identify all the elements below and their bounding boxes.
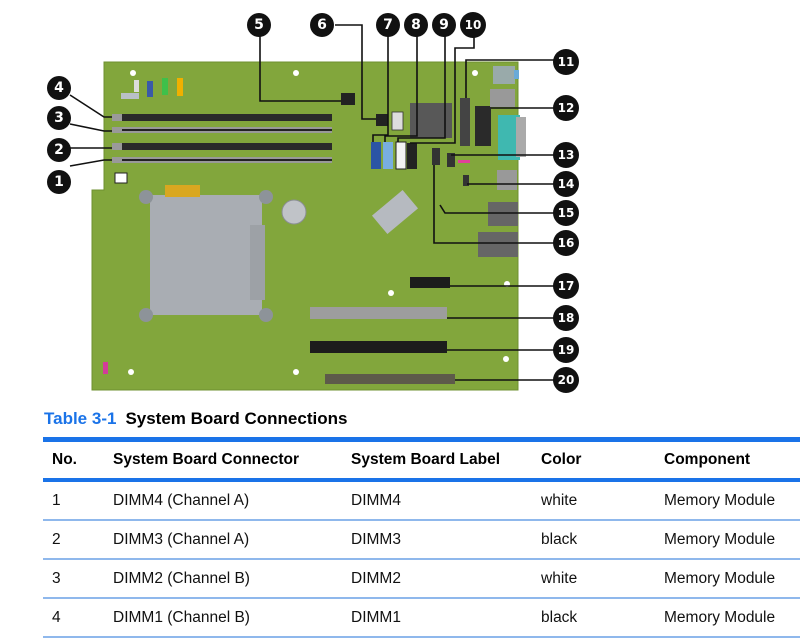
svg-text:20: 20	[558, 373, 575, 387]
callout-8: 8	[404, 13, 428, 37]
cell-component: Memory Module	[664, 598, 800, 638]
callout-2: 2	[47, 138, 71, 162]
table-row: 2 DIMM3 (Channel A) DIMM3 black Memory M…	[43, 520, 800, 560]
svg-text:10: 10	[465, 18, 482, 32]
callout-5: 5	[247, 13, 271, 37]
cell-label: DIMM1	[351, 598, 541, 638]
cell-connector: DIMM3 (Channel A)	[113, 520, 351, 560]
svg-text:19: 19	[558, 343, 575, 357]
callout-13: 13	[553, 142, 579, 168]
power-connector-small	[114, 172, 128, 184]
table-caption: Table 3-1 System Board Connections	[44, 409, 347, 429]
cell-color: black	[541, 598, 664, 638]
cell-label: DIMM2	[351, 559, 541, 599]
callout-10: 10	[460, 12, 486, 38]
callout-7: 7	[376, 13, 400, 37]
pci-slot	[325, 374, 455, 384]
callout-1: 1	[47, 170, 71, 194]
svg-text:1: 1	[54, 174, 64, 190]
callout-18: 18	[553, 305, 579, 331]
col-header-connector: System Board Connector	[113, 437, 351, 482]
header-pink	[458, 160, 470, 163]
cell-connector: DIMM1 (Channel B)	[113, 598, 351, 638]
table-row: 4 DIMM1 (Channel B) DIMM1 black Memory M…	[43, 598, 800, 638]
callout-9: 9	[432, 13, 456, 37]
cell-no: 4	[43, 598, 113, 638]
cell-component: Memory Module	[664, 480, 800, 521]
callout-16: 16	[553, 230, 579, 256]
callout-20: 20	[553, 367, 579, 393]
cell-color: white	[541, 559, 664, 599]
cell-label: DIMM4	[351, 480, 541, 521]
pcie-x1-slot	[410, 277, 450, 288]
svg-text:17: 17	[558, 279, 575, 293]
svg-text:14: 14	[558, 177, 575, 191]
svg-text:9: 9	[439, 17, 449, 33]
cell-no: 1	[43, 480, 113, 521]
header-12	[475, 106, 491, 146]
callout-19: 19	[553, 337, 579, 363]
svg-text:6: 6	[317, 17, 327, 33]
callout-4: 4	[47, 76, 71, 100]
cell-no: 2	[43, 520, 113, 560]
svg-text:3: 3	[54, 110, 64, 126]
table-title: System Board Connections	[125, 409, 348, 428]
header-pink-front	[103, 362, 108, 374]
callout-14: 14	[553, 171, 579, 197]
svg-text:2: 2	[54, 142, 64, 158]
system-board-connections-table: No. System Board Connector System Board …	[43, 437, 800, 638]
cpu-heatsink	[139, 185, 273, 322]
col-header-no: No.	[43, 437, 113, 482]
svg-text:16: 16	[558, 236, 575, 250]
svg-text:4: 4	[54, 80, 64, 96]
col-header-component: Component	[664, 437, 800, 482]
col-header-label: System Board Label	[351, 437, 541, 482]
table-row: 1 DIMM4 (Channel A) DIMM4 white Memory M…	[43, 480, 800, 521]
callout-3: 3	[47, 106, 71, 130]
power-connector-cpu	[376, 114, 388, 126]
svg-text:7: 7	[383, 17, 393, 33]
cell-connector: DIMM2 (Channel B)	[113, 559, 351, 599]
svg-text:12: 12	[558, 101, 575, 115]
cell-label: DIMM3	[351, 520, 541, 560]
callout-12: 12	[553, 95, 579, 121]
callout-15: 15	[553, 200, 579, 226]
power-connector	[341, 93, 355, 105]
cell-color: white	[541, 480, 664, 521]
header-white	[391, 111, 404, 131]
pcie-x16-slot-grey	[310, 307, 447, 319]
cell-component: Memory Module	[664, 559, 800, 599]
svg-text:8: 8	[411, 17, 421, 33]
cell-color: black	[541, 520, 664, 560]
callout-17: 17	[553, 273, 579, 299]
system-board-figure: 1 2 3 4 5 6 7 8 9 10 11 12 13 14 15 16 1…	[47, 12, 579, 393]
callout-6: 6	[310, 13, 334, 37]
table-row: 3 DIMM2 (Channel B) DIMM2 white Memory M…	[43, 559, 800, 599]
cell-component: Memory Module	[664, 520, 800, 560]
table-header-row: No. System Board Connector System Board …	[43, 437, 800, 482]
cmos-battery	[281, 199, 307, 225]
table-number: Table 3-1	[44, 409, 117, 428]
cell-no: 3	[43, 559, 113, 599]
svg-text:13: 13	[558, 148, 575, 162]
callout-11: 11	[553, 49, 579, 75]
svg-text:15: 15	[558, 206, 575, 220]
col-header-color: Color	[541, 437, 664, 482]
header-11	[460, 98, 470, 146]
cell-connector: DIMM4 (Channel A)	[113, 480, 351, 521]
header-16	[432, 148, 440, 165]
svg-text:5: 5	[254, 17, 264, 33]
pcie-x16-slot-black	[310, 341, 447, 353]
svg-text:18: 18	[558, 311, 575, 325]
svg-text:11: 11	[558, 55, 575, 69]
